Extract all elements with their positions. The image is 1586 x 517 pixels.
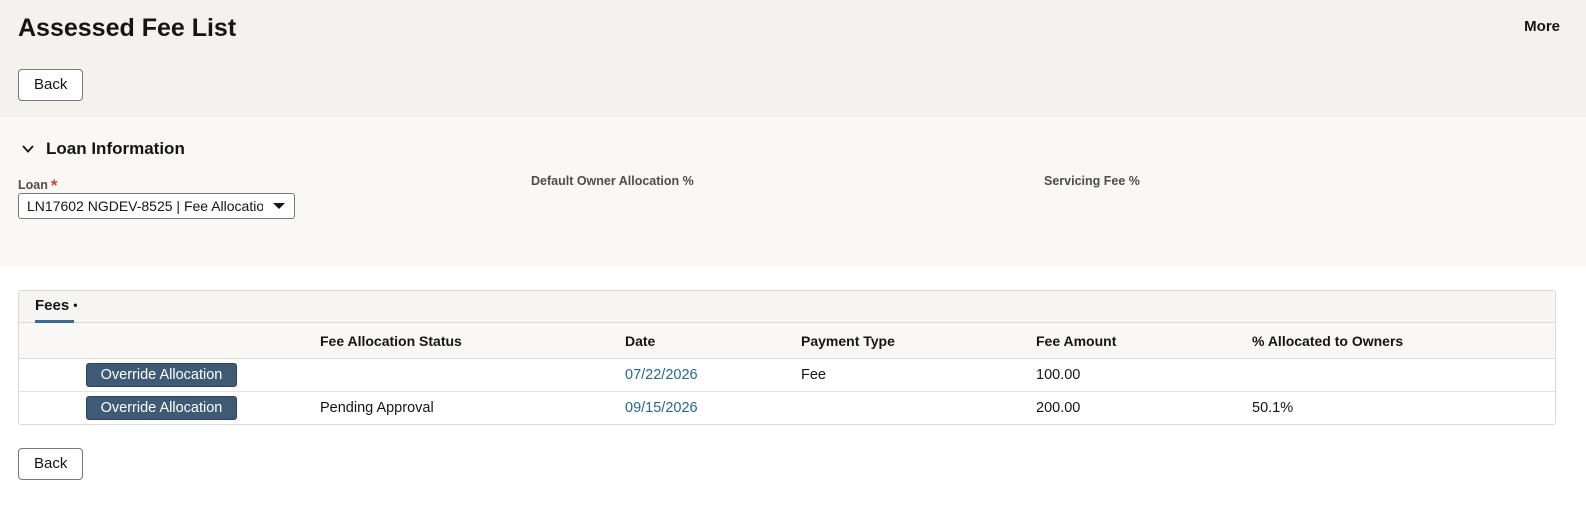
loan-select[interactable]: LN17602 NGDEV-8525 | Fee Allocation [18,193,295,219]
cell-status: Pending Approval [320,400,434,416]
caret-down-icon [273,203,285,209]
cell-date-link[interactable]: 07/22/2026 [625,367,698,383]
table-header: Fee Allocation Status Date Payment Type … [19,323,1555,359]
page-title: Assessed Fee List [18,14,237,42]
column-header-allocated[interactable]: % Allocated to Owners [1252,333,1403,349]
cell-fee-amount: 200.00 [1036,400,1081,416]
table-row: Override Allocation 07/22/2026 Fee 100.0… [19,359,1555,392]
cell-fee-amount: 100.00 [1036,367,1081,383]
loan-label-text: Loan [18,178,48,192]
loan-information-section: Loan Information Loan * LN17602 NGDEV-852… [0,117,1586,266]
chevron-down-icon[interactable] [20,141,36,157]
cell-allocated: 50.1% [1252,400,1294,416]
cell-payment-type: Fee [801,367,826,383]
column-header-date[interactable]: Date [625,333,655,349]
tab-fees-label: Fees [35,297,70,314]
fees-panel: Fees • Fee Allocation Status Date Payment… [18,290,1556,425]
more-menu-button[interactable]: More [1524,18,1560,35]
override-allocation-button[interactable]: Override Allocation [86,396,237,420]
loan-select-value: LN17602 NGDEV-8525 | Fee Allocation [27,198,263,214]
cell-date-link[interactable]: 09/15/2026 [625,400,698,416]
column-header-fee-amount[interactable]: Fee Amount [1036,333,1116,349]
back-button-top[interactable]: Back [18,69,84,101]
tab-bar: Fees • [19,291,1555,323]
override-allocation-button[interactable]: Override Allocation [86,363,237,387]
column-header-payment-type[interactable]: Payment Type [801,333,895,349]
servicing-fee-label: Servicing Fee % [1044,174,1140,188]
tab-modified-dot: • [73,298,78,312]
page-header: Assessed Fee List More Back [0,0,1586,117]
loan-label: Loan * [18,174,57,195]
table-row: Override Allocation Pending Approval 09/… [19,392,1555,424]
default-owner-allocation-label: Default Owner Allocation % [531,174,694,188]
back-button-bottom[interactable]: Back [18,448,84,480]
section-title: Loan Information [46,139,185,158]
column-header-status[interactable]: Fee Allocation Status [320,333,462,349]
